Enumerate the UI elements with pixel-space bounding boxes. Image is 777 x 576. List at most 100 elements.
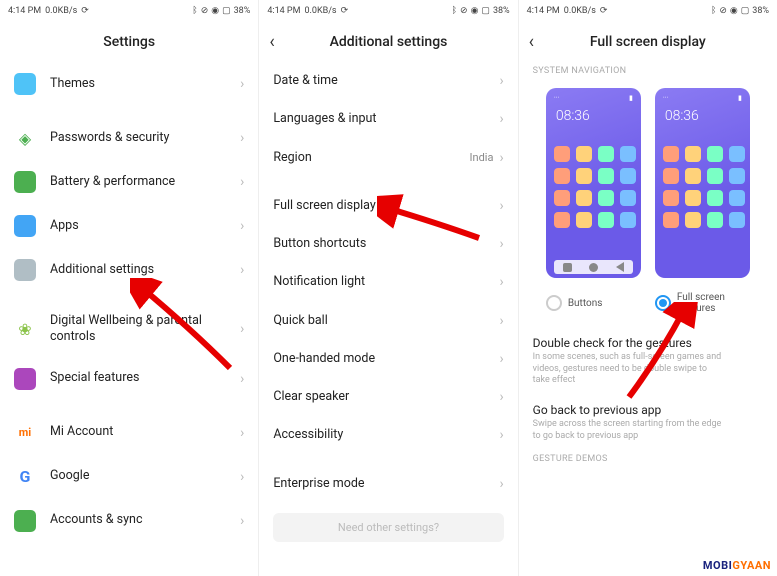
page-title: Settings xyxy=(103,34,155,50)
row-mi-account[interactable]: miMi Account› xyxy=(0,411,258,455)
nav-buttons-bar xyxy=(554,260,633,274)
sync-icon xyxy=(14,510,36,532)
row-special[interactable]: Special features› xyxy=(0,357,258,401)
row-fullscreen-display[interactable]: Full screen display› xyxy=(259,187,517,225)
row-google[interactable]: GGoogle› xyxy=(0,455,258,499)
label: Quick ball xyxy=(273,313,499,329)
bluetooth-icon: ᛒ xyxy=(192,6,197,16)
label: One-handed mode xyxy=(273,351,499,367)
bluetooth-icon: ᛒ xyxy=(711,6,716,16)
row-apps[interactable]: Apps› xyxy=(0,204,258,248)
row-battery[interactable]: Battery & performance› xyxy=(0,160,258,204)
chevron-right-icon: › xyxy=(240,262,244,278)
chevron-right-icon: › xyxy=(499,111,503,127)
label: Digital Wellbeing & parental controls xyxy=(50,313,240,346)
need-other-settings[interactable]: Need other settings? xyxy=(273,513,503,542)
chevron-right-icon: › xyxy=(240,174,244,190)
status-net: 0.0KB/s xyxy=(45,6,77,16)
phone-preview-buttons[interactable]: ···▮ 08:36 xyxy=(546,88,641,278)
row-go-back-prev[interactable]: Go back to previous app Swipe across the… xyxy=(519,395,777,450)
chevron-right-icon: › xyxy=(240,371,244,387)
battery-icon: ▢ xyxy=(741,6,750,16)
label: Passwords & security xyxy=(50,130,240,146)
phone-preview-gestures[interactable]: ···▮ 08:36 xyxy=(655,88,750,278)
chevron-right-icon: › xyxy=(499,351,503,367)
row-passwords[interactable]: ◈Passwords & security› xyxy=(0,116,258,160)
sync-icon: ⟳ xyxy=(81,6,89,16)
label: Button shortcuts xyxy=(273,236,499,252)
header: ‹ Additional settings xyxy=(259,22,517,62)
row-button-shortcuts[interactable]: Button shortcuts› xyxy=(259,225,517,263)
row-accounts-sync[interactable]: Accounts & sync› xyxy=(0,499,258,543)
preview-time: 08:36 xyxy=(665,108,699,124)
back-button[interactable]: ‹ xyxy=(269,32,274,53)
row-additional[interactable]: Additional settings› xyxy=(0,248,258,292)
row-quick-ball[interactable]: Quick ball› xyxy=(259,302,517,340)
battery-pct: 38% xyxy=(234,6,251,16)
dnd-icon: ⊘ xyxy=(719,6,727,16)
chevron-right-icon: › xyxy=(240,513,244,529)
status-time: 4:14 PM xyxy=(8,6,41,16)
row-enterprise-mode[interactable]: Enterprise mode› xyxy=(259,465,517,503)
row-region[interactable]: RegionIndia› xyxy=(259,139,517,177)
status-net: 0.0KB/s xyxy=(304,6,336,16)
row-wellbeing[interactable]: ❀Digital Wellbeing & parental controls› xyxy=(0,302,258,357)
status-time: 4:14 PM xyxy=(527,6,560,16)
back-button[interactable]: ‹ xyxy=(529,32,534,53)
battery-icon: ▢ xyxy=(222,6,231,16)
shield-icon: ◈ xyxy=(14,127,36,149)
radio-gestures[interactable]: Full screen gestures xyxy=(655,292,750,314)
sync-icon: ⟳ xyxy=(341,6,349,16)
watermark-part1: MOBI xyxy=(703,559,732,572)
chevron-right-icon: › xyxy=(240,76,244,92)
nav-preview: ···▮ 08:36 ···▮ 08:36 xyxy=(519,80,777,286)
row-one-handed[interactable]: One-handed mode› xyxy=(259,340,517,378)
nav-mode-radios: Buttons Full screen gestures xyxy=(519,286,777,328)
label: Additional settings xyxy=(50,262,240,278)
sync-icon: ⟳ xyxy=(600,6,608,16)
label: Clear speaker xyxy=(273,389,499,405)
label: Apps xyxy=(50,218,240,234)
section-gesture-demos: GESTURE DEMOS xyxy=(519,450,777,468)
label: Full screen display xyxy=(273,198,499,214)
page-title: Full screen display xyxy=(590,34,706,50)
label: Battery & performance xyxy=(50,174,240,190)
row-themes[interactable]: Themes› xyxy=(0,62,258,106)
chevron-right-icon: › xyxy=(499,427,503,443)
status-bar: 4:14 PM0.0KB/s⟳ ᛒ⊘◉▢38% xyxy=(519,0,777,22)
header: ‹ Full screen display xyxy=(519,22,777,62)
radio-label: Full screen gestures xyxy=(677,292,750,314)
additional-list: Date & time› Languages & input› RegionIn… xyxy=(259,62,517,576)
label: Accessibility xyxy=(273,427,499,443)
chevron-right-icon: › xyxy=(240,469,244,485)
chevron-right-icon: › xyxy=(240,218,244,234)
status-net: 0.0KB/s xyxy=(564,6,596,16)
special-icon xyxy=(14,368,36,390)
radio-buttons[interactable]: Buttons xyxy=(546,292,641,314)
radio-icon xyxy=(546,295,562,311)
wifi-icon: ◉ xyxy=(471,6,479,16)
row-double-check[interactable]: Double check for the gestures In some sc… xyxy=(519,328,777,395)
option-title: Double check for the gestures xyxy=(533,336,763,350)
wifi-icon: ◉ xyxy=(211,6,219,16)
status-time: 4:14 PM xyxy=(267,6,300,16)
bluetooth-icon: ᛒ xyxy=(452,6,457,16)
battery-icon: ▢ xyxy=(481,6,490,16)
row-clear-speaker[interactable]: Clear speaker› xyxy=(259,378,517,416)
settings-list: Themes› ◈ Passwords & security › Battery &… xyxy=(0,62,258,576)
header: Settings xyxy=(0,22,258,62)
row-date-time[interactable]: Date & time› xyxy=(259,62,517,100)
watermark-part2: GYAAN xyxy=(732,559,771,572)
label: Google xyxy=(50,468,240,484)
chevron-right-icon: › xyxy=(499,476,503,492)
chevron-right-icon: › xyxy=(499,198,503,214)
value: India xyxy=(470,151,494,164)
chevron-right-icon: › xyxy=(499,150,503,166)
watermark: MOBIGYAAN xyxy=(703,559,771,572)
battery-icon xyxy=(14,171,36,193)
option-subtitle: In some scenes, such as full-screen game… xyxy=(533,352,763,387)
row-accessibility[interactable]: Accessibility› xyxy=(259,416,517,454)
battery-pct: 38% xyxy=(752,6,769,16)
row-languages[interactable]: Languages & input› xyxy=(259,100,517,138)
row-notification-light[interactable]: Notification light› xyxy=(259,263,517,301)
